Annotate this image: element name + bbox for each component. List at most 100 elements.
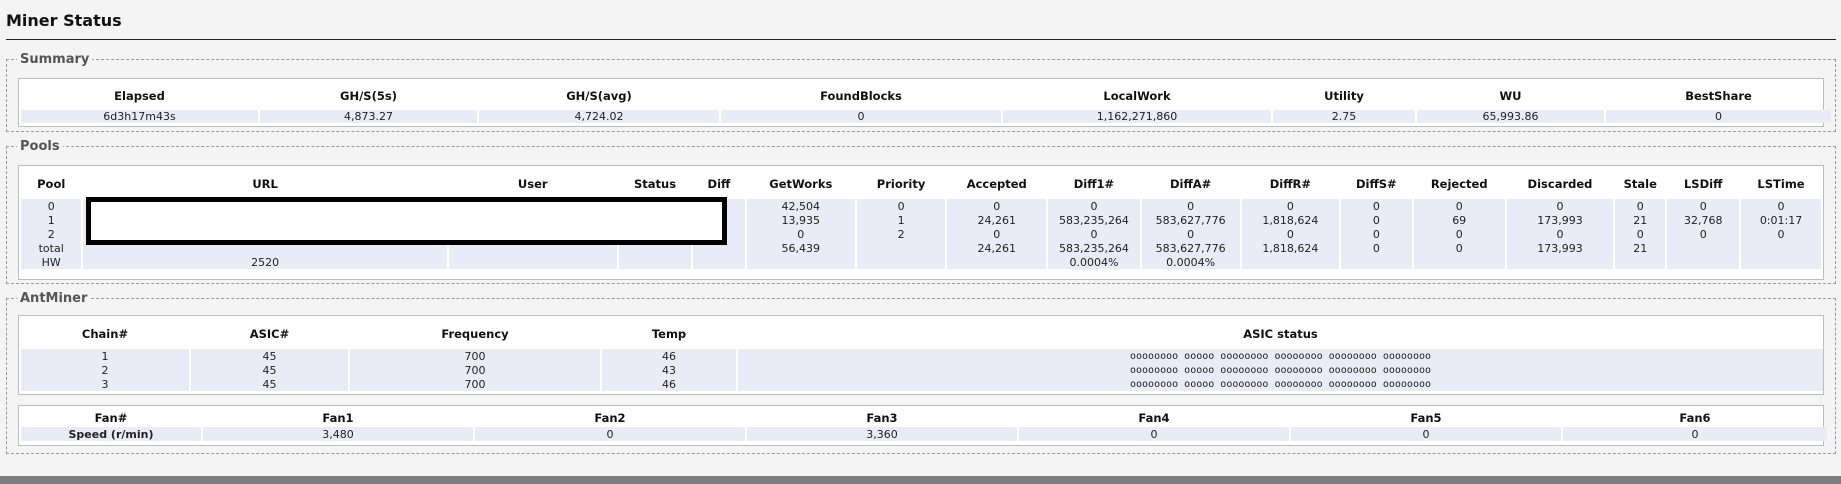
pools-cell-diffr: 1,818,624 <box>1241 213 1340 227</box>
pools-cell-priority: 2 <box>857 227 946 241</box>
pools-cell-diff1: 583,235,264 <box>1048 241 1140 255</box>
pools-cell-diffa: 583,627,776 <box>1141 241 1240 255</box>
pools-cell-pool: 1 <box>21 213 82 227</box>
pools-header-accepted: Accepted <box>966 177 1027 191</box>
pools-cell-diffr: 1,818,624 <box>1241 241 1340 255</box>
chains-cell-chain: 2 <box>21 363 189 377</box>
summary-header-localwork: LocalWork <box>1103 89 1171 103</box>
summary-ghs-avg: 4,724.02 <box>479 110 719 123</box>
fans-header-fan1: Fan1 <box>322 411 354 425</box>
pools-cell-rejected: 0 <box>1413 199 1505 213</box>
pools-cell-status <box>618 255 692 269</box>
fans-header-fan2: Fan2 <box>594 411 626 425</box>
summary-legend: Summary <box>20 52 90 67</box>
pools-cell-accepted: 0 <box>947 227 1047 241</box>
fans-table-box: Fan# Fan1 Fan2 Fan3 Fan4 Fan5 Fan6 Speed (r/mi… <box>18 405 1827 446</box>
bottom-bar <box>0 476 1841 484</box>
pools-cell-user <box>448 255 617 269</box>
pools-header-diffa: DiffA# <box>1169 177 1212 191</box>
title-divider <box>6 39 1836 40</box>
pools-cell-lstime: 0:01:17 <box>1741 213 1821 227</box>
pools-cell-lsdiff: 0 <box>1667 199 1740 213</box>
chains-header-asic: ASIC# <box>249 327 290 341</box>
chains-cell-frequency: 700 <box>350 349 600 363</box>
pools-cell-lstime: 0 <box>1741 199 1821 213</box>
pools-cell-getworks <box>746 255 856 269</box>
pools-cell-lsdiff: 0 <box>1667 227 1740 241</box>
pools-cell-diff1: 0 <box>1048 227 1140 241</box>
fan-speed-fan2: 0 <box>475 427 745 441</box>
pools-cell-diffr <box>1241 255 1340 269</box>
chains-cell-temp: 43 <box>602 363 736 377</box>
summary-wu: 65,993.86 <box>1417 110 1604 123</box>
pools-header-status: Status <box>634 177 677 191</box>
page-title: Miner Status <box>6 11 122 30</box>
pools-cell-diffs: 0 <box>1341 213 1412 227</box>
summary-header-bestshare: BestShare <box>1685 89 1752 103</box>
pools-cell-lstime <box>1741 255 1821 269</box>
chains-table: Chain# ASIC# Frequency Temp ASIC status 1 45 7… <box>19 319 1825 391</box>
pools-header-diffs: DiffS# <box>1355 177 1397 191</box>
summary-header-wu: WU <box>1499 89 1522 103</box>
chains-header-temp: Temp <box>651 327 687 341</box>
pools-header-discarded: Discarded <box>1527 177 1593 191</box>
summary-header-foundblocks: FoundBlocks <box>820 89 902 103</box>
summary-header-ghs-avg: GH/S(avg) <box>566 89 632 103</box>
table-row: HW 2520 0.0004% 0.0004% <box>21 255 1821 269</box>
pools-cell-diffa: 0 <box>1141 199 1240 213</box>
pools-header-diffr: DiffR# <box>1269 177 1312 191</box>
chains-cell-frequency: 700 <box>350 363 600 377</box>
pools-cell-discarded <box>1506 255 1614 269</box>
pools-cell-lsdiff: 32,768 <box>1667 213 1740 227</box>
fan-speed-fan5: 0 <box>1291 427 1561 441</box>
pools-header-pool: Pool <box>37 177 66 191</box>
fans-header-fan3: Fan3 <box>866 411 898 425</box>
summary-bestshare: 0 <box>1606 110 1831 123</box>
pools-cell-diff <box>693 255 745 269</box>
summary-table: Elapsed GH/S(5s) GH/S(avg) FoundBlocks L… <box>19 82 1833 123</box>
pools-cell-diffs <box>1341 255 1412 269</box>
fan-speed-fan3: 3,360 <box>747 427 1017 441</box>
fans-table: Fan# Fan1 Fan2 Fan3 Fan4 Fan5 Fan6 Speed (r/mi… <box>19 409 1829 441</box>
pools-cell-pool: total <box>21 241 82 255</box>
pools-cell-stale: 21 <box>1615 241 1666 255</box>
fans-header-fan: Fan# <box>94 411 128 425</box>
chains-cell-asic-status: oooooooo ooooo oooooooo oooooooo ooooooo… <box>738 363 1823 377</box>
chains-table-box: Chain# ASIC# Frequency Temp ASIC status 1 45 7… <box>18 315 1824 395</box>
redaction-box <box>86 197 727 245</box>
pools-header-priority: Priority <box>876 177 926 191</box>
pools-cell-getworks: 13,935 <box>746 213 856 227</box>
pools-cell-accepted: 0 <box>947 199 1047 213</box>
pools-cell-diff1: 583,235,264 <box>1048 213 1140 227</box>
pools-header-user: User <box>517 177 548 191</box>
summary-localwork: 1,162,271,860 <box>1003 110 1271 123</box>
pools-legend: Pools <box>20 139 60 154</box>
fan-speed-fan1: 3,480 <box>203 427 473 441</box>
chains-cell-frequency: 700 <box>350 377 600 391</box>
summary-table-box: Elapsed GH/S(5s) GH/S(avg) FoundBlocks L… <box>18 78 1831 127</box>
chains-header-asic-status: ASIC status <box>1243 327 1318 341</box>
fan-speed-fan4: 0 <box>1019 427 1289 441</box>
fan-speed-fan6: 0 <box>1563 427 1827 441</box>
pools-header-rejected: Rejected <box>1430 177 1488 191</box>
antminer-legend: AntMiner <box>20 291 88 306</box>
pools-cell-lstime <box>1741 241 1821 255</box>
summary-ghs-5s: 4,873.27 <box>260 110 477 123</box>
pools-cell-discarded: 0 <box>1506 227 1614 241</box>
pools-cell-lsdiff <box>1667 241 1740 255</box>
pools-cell-rejected <box>1413 255 1505 269</box>
pools-cell-discarded: 173,993 <box>1506 241 1614 255</box>
table-row: 6d3h17m43s 4,873.27 4,724.02 0 1,162,271… <box>21 110 1831 123</box>
pools-header-lstime: LSTime <box>1757 177 1805 191</box>
pools-cell-lsdiff <box>1667 255 1740 269</box>
pools-cell-getworks: 42,504 <box>746 199 856 213</box>
chains-header-frequency: Frequency <box>441 327 509 341</box>
summary-header-ghs-5s: GH/S(5s) <box>340 89 397 103</box>
pools-cell-priority <box>857 255 946 269</box>
chains-cell-temp: 46 <box>602 377 736 391</box>
pools-cell-diffr: 0 <box>1241 227 1340 241</box>
pools-cell-pool: 0 <box>21 199 82 213</box>
pools-cell-accepted: 24,261 <box>947 213 1047 227</box>
pools-cell-url: 2520 <box>83 255 447 269</box>
pools-cell-priority: 1 <box>857 213 946 227</box>
